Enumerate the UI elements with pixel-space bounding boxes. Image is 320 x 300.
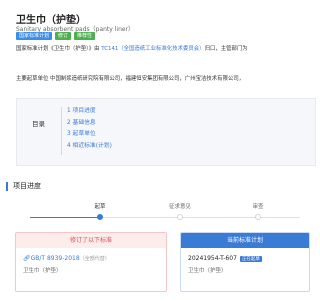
step-label-draft: 起草 — [94, 204, 106, 210]
toc-item-drafting-units[interactable]: 3 起草单位 — [67, 129, 112, 141]
current-plan-card: 当前标准计划 20241954-T-607 正在起草 卫生巾（护垫） — [180, 232, 310, 292]
replaced-standard-card: 修订了以下标准 🔗︎GB/T 8939-2018（全部代替） 卫生巾（护垫） — [15, 232, 167, 292]
table-of-contents: 目录 1 项目进度 2 基础信息 3 起草单位 4 相近标准(计划) — [16, 98, 316, 166]
progress-track — [30, 214, 300, 222]
section-progress-title: 项目进度 — [6, 181, 41, 191]
step-label-comments: 征求意见 — [168, 204, 192, 210]
toc-divider — [61, 107, 62, 155]
toc-item-basic-info[interactable]: 2 基础信息 — [67, 118, 112, 130]
step-label-review: 审查 — [252, 204, 264, 210]
tag-revision: 修订 — [55, 32, 72, 40]
progress-step-labels: 起草 征求意见 审查 — [0, 202, 300, 212]
status-badge: 正在起草 — [239, 255, 262, 262]
section-accent-bar — [6, 181, 8, 191]
step-dot-comments — [177, 214, 183, 220]
committee-link[interactable]: TC141（全国造纸工业标准化技术委员会） — [101, 46, 204, 52]
description-line-1: 国家标准计划《卫生巾（护垫）》由 TC141（全国造纸工业标准化技术委员会）归口… — [16, 46, 248, 52]
replaced-standard-name: 卫生巾（护垫） — [23, 268, 62, 274]
toc-item-related-standards[interactable]: 4 相近标准(计划) — [67, 141, 112, 153]
replaced-standard-code[interactable]: 🔗︎GB/T 8939-2018（全部代替） — [23, 255, 159, 262]
link-icon: 🔗︎ — [23, 255, 31, 262]
toc-item-progress[interactable]: 1 项目进度 — [67, 106, 112, 118]
current-plan-code: 20241954-T-607 正在起草 — [188, 255, 262, 262]
replaced-standard-header: 修订了以下标准 — [16, 233, 166, 248]
tag-national-plan: 国家标准计划 — [16, 32, 53, 40]
tag-recommended: 推荐性 — [74, 32, 96, 40]
tag-list: 国家标准计划 修订 推荐性 — [16, 32, 96, 40]
current-plan-header: 当前标准计划 — [181, 233, 309, 248]
description-line-2: 主要起草单位 中国制浆造纸研究院有限公司，福建恒安集团有限公司，广州宝洁技术有限… — [16, 76, 245, 82]
toc-list: 1 项目进度 2 基础信息 3 起草单位 4 相近标准(计划) — [67, 106, 112, 152]
current-plan-name: 卫生巾（护垫） — [188, 268, 227, 274]
step-dot-draft — [97, 214, 103, 220]
step-dot-review — [255, 214, 261, 220]
toc-label: 目录 — [32, 120, 45, 128]
progress-line-done — [30, 217, 100, 218]
